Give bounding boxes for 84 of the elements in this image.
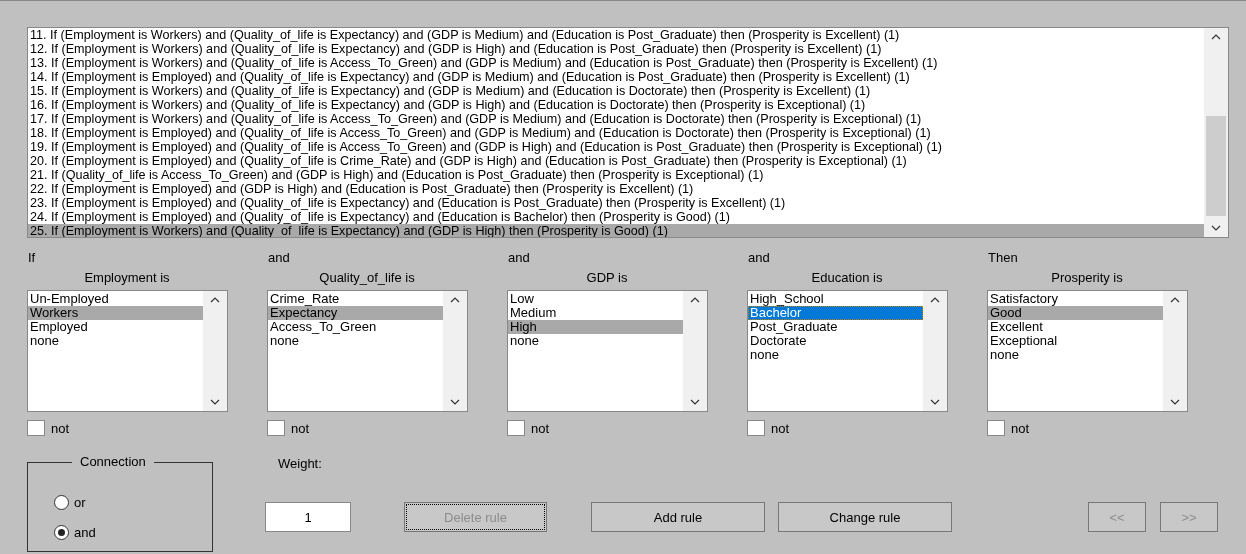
scrollbar[interactable] bbox=[1204, 28, 1228, 237]
not-label: not bbox=[51, 420, 70, 436]
term-item[interactable]: Good bbox=[988, 306, 1163, 320]
not-label: not bbox=[1011, 420, 1030, 436]
rule-item[interactable]: 22. If (Employment is Employed) and (GDP is High) and (Education is Post_Graduate) then (Prosperity is Excellent) (1) bbox=[28, 182, 1204, 196]
variable-label: GDP is bbox=[585, 270, 629, 285]
term-item[interactable]: none bbox=[268, 334, 443, 348]
rule-item[interactable]: 11. If (Employment is Workers) and (Quality_of_life is Expectancy) and (GDP is Medium) and (Education is Post_Graduate) then (Prosperity is Excellent) (1) bbox=[28, 28, 1204, 42]
term-item[interactable]: Low bbox=[508, 292, 683, 306]
connector-label: and bbox=[508, 250, 530, 265]
variable-label: Employment is bbox=[83, 270, 171, 285]
term-item[interactable]: none bbox=[988, 348, 1163, 362]
variable-label: Quality_of_life is bbox=[318, 270, 416, 285]
rule-item[interactable]: 20. If (Employment is Employed) and (Quality_of_life is Crime_Rate) and (GDP is High) and (Education is Post_Graduate) then (Prosperity is Exceptional) (1) bbox=[28, 154, 1204, 168]
not-label: not bbox=[771, 420, 790, 436]
rule-item[interactable]: 19. If (Employment is Employed) and (Quality_of_life is Access_To_Green) and (GDP is High) and (Education is Post_Graduate) then (Prosperity is Exceptional) (1) bbox=[28, 140, 1204, 154]
connector-label: Then bbox=[988, 250, 1018, 265]
scroll-down-icon[interactable] bbox=[1211, 225, 1221, 231]
rule-item[interactable]: 15. If (Employment is Workers) and (Quality_of_life is Expectancy) and (GDP is Medium) and (Education is Doctorate) then (Prosperity is Excellent) (1) bbox=[28, 84, 1204, 98]
term-item[interactable]: Expectancy bbox=[268, 306, 443, 320]
rule-item[interactable]: 14. If (Employment is Employed) and (Quality_of_life is Expectancy) and (GDP is Medium) and (Education is Post_Graduate) then (Prosperity is Excellent) (1) bbox=[28, 70, 1204, 84]
scroll-down-icon[interactable] bbox=[450, 399, 460, 405]
term-item[interactable]: High bbox=[508, 320, 683, 334]
term-list[interactable]: Satisfactory Good Excellent Exceptional none bbox=[987, 290, 1188, 412]
rule-item[interactable]: 18. If (Employment is Employed) and (Quality_of_life is Access_To_Green) and (GDP is Medium) and (Education is Doctorate) then (Prosperity is Exceptional) (1) bbox=[28, 126, 1204, 140]
connector-label: If bbox=[28, 250, 36, 265]
term-list[interactable]: Crime_Rate Expectancy Access_To_Green none bbox=[267, 290, 468, 412]
weight-label: Weight: bbox=[278, 456, 323, 471]
scroll-up-icon[interactable] bbox=[450, 297, 460, 303]
connector-label: and bbox=[268, 250, 290, 265]
term-item[interactable]: Workers bbox=[28, 306, 203, 320]
radio-label: or bbox=[74, 494, 86, 510]
not-checkbox[interactable] bbox=[267, 420, 285, 436]
not-checkbox[interactable] bbox=[27, 420, 45, 436]
scroll-down-icon[interactable] bbox=[930, 399, 940, 405]
rule-item[interactable]: 21. If (Quality_of_life is Access_To_Green) and (GDP is High) and (Education is Post_Graduate) then (Prosperity is Exceptional) (1) bbox=[28, 168, 1204, 182]
rule-item[interactable]: 16. If (Employment is Workers) and (Quality_of_life is Expectancy) and (GDP is High) and (Education is Doctorate) then (Prosperity is Exceptional) (1) bbox=[28, 98, 1204, 112]
term-item[interactable]: Post_Graduate bbox=[748, 320, 923, 334]
rule-button[interactable]: Change rule bbox=[778, 502, 952, 532]
term-item[interactable]: High_School bbox=[748, 292, 923, 306]
rule-list[interactable] bbox=[27, 27, 1229, 238]
radio-label: and bbox=[74, 524, 96, 540]
not-checkbox[interactable] bbox=[507, 420, 525, 436]
term-list[interactable]: High_School Bachelor Post_Graduate Doctorate none bbox=[747, 290, 948, 412]
rule-item[interactable]: 24. If (Employment is Employed) and (Quality_of_life is Expectancy) and (Education is Bachelor) then (Prosperity is Good) (1) bbox=[28, 210, 1204, 224]
term-list[interactable]: Un-Employed Workers Employed none bbox=[27, 290, 228, 412]
not-label: not bbox=[531, 420, 550, 436]
scroll-down-icon[interactable] bbox=[210, 399, 220, 405]
scroll-thumb[interactable] bbox=[1206, 116, 1226, 216]
term-list[interactable]: Low Medium High none bbox=[507, 290, 708, 412]
variable-label: Prosperity is bbox=[1050, 270, 1124, 285]
term-item[interactable]: Employed bbox=[28, 320, 203, 334]
term-item[interactable]: Doctorate bbox=[748, 334, 923, 348]
not-checkbox[interactable] bbox=[987, 420, 1005, 436]
term-item[interactable]: none bbox=[508, 334, 683, 348]
scroll-up-icon[interactable] bbox=[210, 297, 220, 303]
not-checkbox[interactable] bbox=[747, 420, 765, 436]
not-label: not bbox=[291, 420, 310, 436]
term-item[interactable]: Satisfactory bbox=[988, 292, 1163, 306]
term-item[interactable]: Exceptional bbox=[988, 334, 1163, 348]
connector-label: and bbox=[748, 250, 770, 265]
term-item[interactable]: none bbox=[28, 334, 203, 348]
term-item[interactable]: none bbox=[748, 348, 923, 362]
weight-field[interactable]: 1 bbox=[265, 502, 351, 532]
term-item[interactable]: Medium bbox=[508, 306, 683, 320]
scroll-up-icon[interactable] bbox=[1170, 297, 1180, 303]
scroll-up-icon[interactable] bbox=[1211, 34, 1221, 40]
term-item[interactable]: Bachelor bbox=[748, 306, 923, 320]
scroll-up-icon[interactable] bbox=[690, 297, 700, 303]
radio-button[interactable] bbox=[54, 524, 69, 540]
term-item[interactable]: Un-Employed bbox=[28, 292, 203, 306]
scroll-down-icon[interactable] bbox=[690, 399, 700, 405]
radio-button[interactable] bbox=[54, 494, 69, 510]
rule-item[interactable]: 23. If (Employment is Employed) and (Quality_of_life is Expectancy) and (Education is Post_Graduate) then (Prosperity is Excellent) (1) bbox=[28, 196, 1204, 210]
scroll-down-icon[interactable] bbox=[1170, 399, 1180, 405]
scroll-up-icon[interactable] bbox=[930, 297, 940, 303]
rule-item[interactable]: 17. If (Employment is Workers) and (Quality_of_life is Access_To_Green) and (GDP is Medium) and (Education is Doctorate) then (Prosperity is Exceptional) (1) bbox=[28, 112, 1204, 126]
variable-label: Education is bbox=[810, 270, 884, 285]
rule-item[interactable]: 12. If (Employment is Workers) and (Quality_of_life is Expectancy) and (GDP is High) and (Education is Post_Graduate) then (Prosperity is Excellent) (1) bbox=[28, 42, 1204, 56]
term-item[interactable]: Excellent bbox=[988, 320, 1163, 334]
term-item[interactable]: Access_To_Green bbox=[268, 320, 443, 334]
rule-item[interactable]: 13. If (Employment is Workers) and (Quality_of_life is Access_To_Green) and (GDP is Medium) and (Education is Post_Graduate) then (Prosperity is Excellent) (1) bbox=[28, 56, 1204, 70]
rule-button[interactable]: Add rule bbox=[591, 502, 765, 532]
term-item[interactable]: Crime_Rate bbox=[268, 292, 443, 306]
